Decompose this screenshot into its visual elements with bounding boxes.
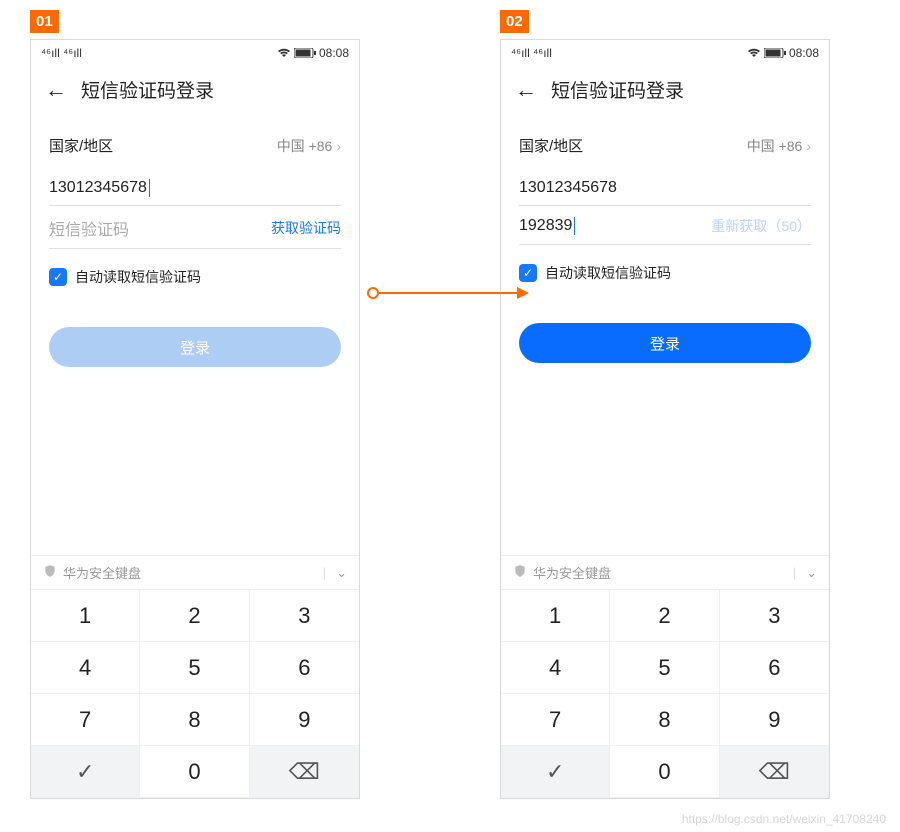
text-cursor [149,179,150,197]
keyboard-divider: | [793,565,796,580]
wifi-icon [747,48,761,58]
key-6[interactable]: 6 [720,642,829,694]
back-icon[interactable]: ← [45,77,67,103]
shield-icon [43,564,57,581]
key-5[interactable]: 5 [610,642,719,694]
chevron-down-icon[interactable]: ⌄ [336,565,347,581]
sms-placeholder: 短信验证码 [49,216,129,240]
auto-read-checkbox[interactable]: ✓ [49,268,67,286]
sms-code-field[interactable]: 短信验证码 获取验证码 [49,206,341,249]
clock-text: 08:08 [319,46,349,60]
key-2[interactable]: 2 [610,590,719,642]
chevron-right-icon: › [336,138,341,154]
chevron-right-icon: › [806,138,811,154]
region-value: 中国 +86 [747,136,803,156]
status-bar: ⁴⁶ıll ⁴⁶ıll 08:08 [31,40,359,66]
shield-icon [513,564,527,581]
key-8[interactable]: 8 [140,694,249,746]
signal-icon: ⁴⁶ıll ⁴⁶ıll [41,46,82,60]
step-badge-1: 01 [30,10,59,33]
key-confirm[interactable]: ✓ [31,746,140,798]
battery-icon [294,48,316,58]
auto-read-label: 自动读取短信验证码 [75,267,201,287]
page-title: 短信验证码登录 [81,76,214,103]
auto-read-label: 自动读取短信验证码 [545,263,671,283]
watermark: https://blog.csdn.net/weixin_41708240 [682,812,886,826]
region-label: 国家/地区 [519,135,583,156]
phone-field[interactable]: 13012345678 [519,169,811,206]
phone-value: 13012345678 [519,179,617,197]
keyboard-divider: | [323,565,326,580]
step-badge-2: 02 [500,10,529,33]
get-code-button[interactable]: 获取验证码 [271,218,341,238]
key-backspace[interactable]: ⌫ [720,746,829,798]
wifi-icon [277,48,291,58]
phone-frame-1: ⁴⁶ıll ⁴⁶ıll 08:08 ← 短信验证码登录 国家/地区 中国 +86… [30,39,360,799]
numeric-keypad: 1 2 3 4 5 6 7 8 9 ✓ 0 ⌫ [31,589,359,798]
key-1[interactable]: 1 [31,590,140,642]
key-7[interactable]: 7 [501,694,610,746]
key-8[interactable]: 8 [610,694,719,746]
key-9[interactable]: 9 [720,694,829,746]
key-backspace[interactable]: ⌫ [250,746,359,798]
numeric-keypad: 1 2 3 4 5 6 7 8 9 ✓ 0 ⌫ [501,589,829,798]
keyboard-label: 华为安全键盘 [533,563,611,582]
key-4[interactable]: 4 [31,642,140,694]
back-icon[interactable]: ← [515,77,537,103]
page-title: 短信验证码登录 [551,76,684,103]
status-bar: ⁴⁶ıll ⁴⁶ıll 08:08 [501,40,829,66]
key-2[interactable]: 2 [140,590,249,642]
key-7[interactable]: 7 [31,694,140,746]
key-3[interactable]: 3 [720,590,829,642]
chevron-down-icon[interactable]: ⌄ [806,565,817,581]
phone-frame-2: ⁴⁶ıll ⁴⁶ıll 08:08 ← 短信验证码登录 国家/地区 中国 +86… [500,39,830,799]
key-0[interactable]: 0 [140,746,249,798]
key-0[interactable]: 0 [610,746,719,798]
region-label: 国家/地区 [49,135,113,156]
region-value: 中国 +86 [277,136,333,156]
key-4[interactable]: 4 [501,642,610,694]
signal-icon: ⁴⁶ıll ⁴⁶ıll [511,46,552,60]
sms-value: 192839 [519,217,572,235]
region-selector[interactable]: 国家/地区 中国 +86 › [49,123,341,169]
phone-field[interactable]: 13012345678 [49,169,341,206]
key-1[interactable]: 1 [501,590,610,642]
region-selector[interactable]: 国家/地区 中国 +86 › [519,123,811,169]
resend-button: 重新获取（50） [711,216,811,236]
phone-value: 13012345678 [49,179,147,197]
auto-read-checkbox[interactable]: ✓ [519,264,537,282]
sms-code-field[interactable]: 192839 重新获取（50） [519,206,811,245]
keyboard-label: 华为安全键盘 [63,563,141,582]
text-cursor [574,217,575,235]
login-button[interactable]: 登录 [49,327,341,367]
key-3[interactable]: 3 [250,590,359,642]
key-confirm[interactable]: ✓ [501,746,610,798]
key-5[interactable]: 5 [140,642,249,694]
login-button[interactable]: 登录 [519,323,811,363]
key-6[interactable]: 6 [250,642,359,694]
battery-icon [764,48,786,58]
key-9[interactable]: 9 [250,694,359,746]
clock-text: 08:08 [789,46,819,60]
